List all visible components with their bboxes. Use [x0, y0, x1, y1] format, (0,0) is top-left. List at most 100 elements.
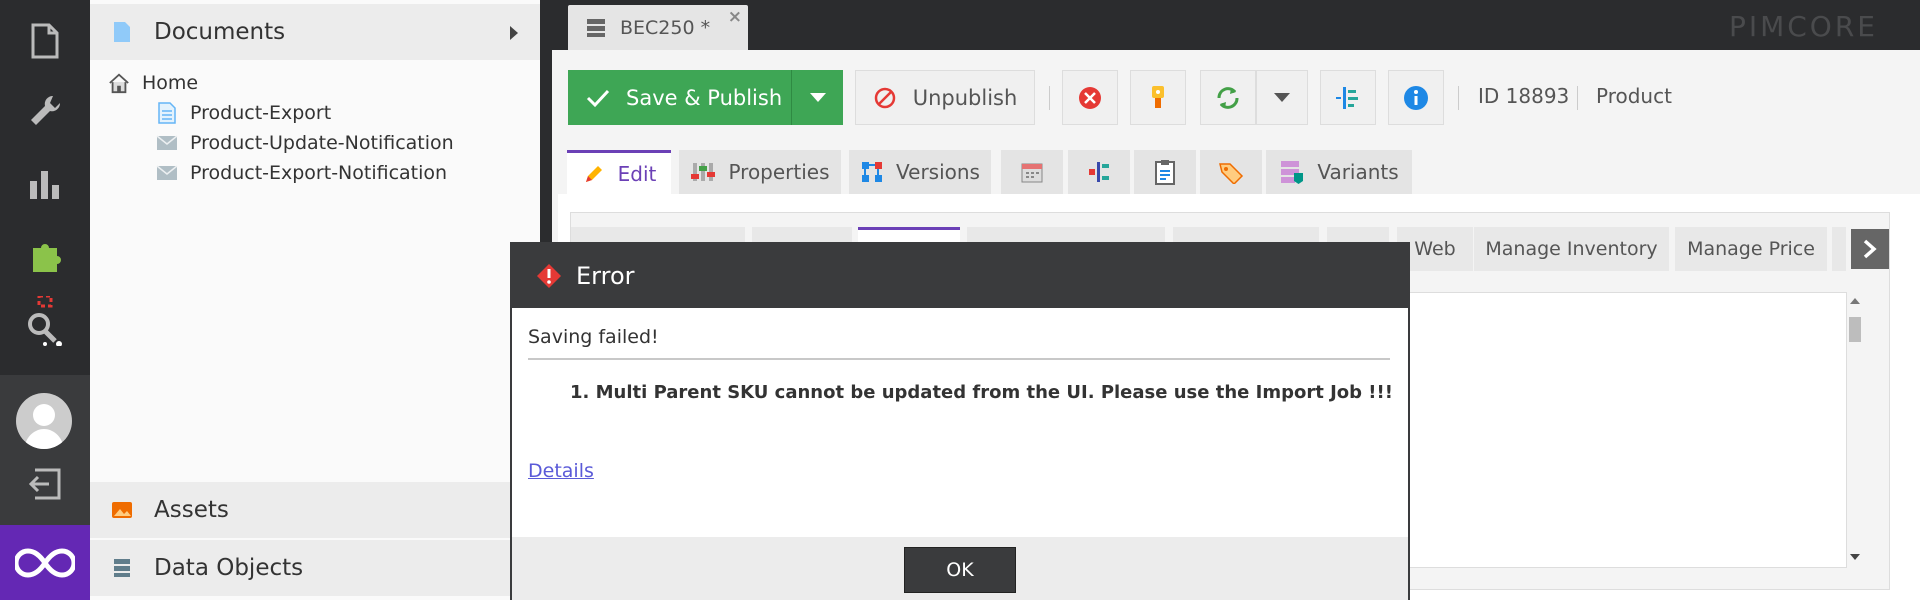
user-panel: [0, 375, 90, 525]
bar-chart-icon[interactable]: [22, 160, 68, 206]
error-message: Saving failed!: [528, 326, 659, 348]
search-icon[interactable]: [22, 296, 68, 346]
inner-tab-manage-inventory-label: Manage Inventory: [1485, 238, 1658, 260]
expand-arrow-icon[interactable]: [510, 26, 518, 40]
details-link[interactable]: Details: [528, 460, 594, 482]
error-dialog: Error Saving failed! 1. Multi Parent SKU…: [510, 242, 1410, 600]
inner-tab-manage-price-label: Manage Price: [1687, 238, 1815, 260]
versions-icon: [860, 160, 884, 184]
info-icon: [1404, 85, 1428, 110]
inner-tab-web-label: Web: [1414, 238, 1456, 260]
main-nav-rail: [0, 0, 90, 600]
scroll-down-icon[interactable]: [1849, 552, 1861, 562]
tab-variants-label: Variants: [1317, 160, 1399, 184]
save-publish-label: Save & Publish: [626, 85, 783, 110]
error-dialog-header[interactable]: Error: [512, 244, 1408, 308]
object-class: Product: [1596, 84, 1672, 108]
toolbar-separator: [1577, 86, 1578, 110]
error-detail: 1. Multi Parent SKU cannot be updated fr…: [570, 382, 1393, 403]
email-icon: [156, 132, 178, 154]
tab-versions-label: Versions: [896, 160, 980, 184]
object-id: ID 18893: [1478, 84, 1570, 108]
data-objects-panel-header[interactable]: Data Objects: [90, 540, 540, 596]
delete-button[interactable]: [1062, 70, 1118, 125]
pimcore-logo-icon[interactable]: [0, 525, 90, 600]
ok-button[interactable]: OK: [904, 547, 1016, 593]
checkmark-icon: [586, 89, 610, 107]
delete-icon: [1079, 86, 1101, 109]
vertical-scrollbar[interactable]: [1846, 292, 1862, 568]
documents-folder-icon: [110, 20, 134, 44]
tree-node-product-export-notification[interactable]: Product-Export-Notification: [156, 160, 447, 186]
tree-node-home[interactable]: Home: [108, 70, 198, 96]
inner-tab-more[interactable]: [1832, 227, 1846, 271]
save-publish-button[interactable]: Save & Publish: [568, 70, 791, 125]
divider: [528, 358, 1390, 360]
tree-locate-icon: [1336, 86, 1358, 109]
tab-scroll-right-button[interactable]: [1851, 229, 1889, 269]
tree-node-label: Product-Export-Notification: [190, 162, 448, 184]
clipboard-icon: [1154, 159, 1176, 185]
tab-tags[interactable]: [1200, 150, 1262, 194]
object-icon: [586, 18, 606, 38]
tree-node-product-export[interactable]: Product-Export: [156, 100, 331, 126]
toolbar-separator: [1458, 86, 1459, 110]
brand-logo: PIMCORE: [1728, 10, 1878, 43]
chevron-down-icon: [809, 93, 826, 102]
tab-edit-label: Edit: [617, 161, 657, 186]
dependencies-icon: [1087, 160, 1111, 184]
prohibited-icon: [874, 87, 895, 108]
tab-schedule[interactable]: [1001, 150, 1063, 194]
tree-node-product-update-notification[interactable]: Product-Update-Notification: [156, 130, 454, 156]
unpublish-label: Unpublish: [912, 85, 1018, 110]
scroll-up-icon[interactable]: [1849, 296, 1861, 306]
error-dialog-footer: OK: [512, 537, 1408, 600]
page-icon: [156, 102, 178, 124]
inner-tab-manage-inventory[interactable]: Manage Inventory: [1474, 227, 1669, 271]
data-objects-label: Data Objects: [154, 555, 304, 581]
tree-node-label: Product-Export: [190, 102, 332, 124]
scrollbar-thumb[interactable]: [1849, 317, 1861, 342]
reload-button[interactable]: [1200, 70, 1256, 125]
save-options-dropdown[interactable]: [791, 70, 843, 125]
reload-icon: [1217, 86, 1239, 109]
tag-icon: [1218, 160, 1244, 184]
tab-variants[interactable]: Variants: [1266, 150, 1412, 194]
tab-properties[interactable]: Properties: [679, 150, 841, 194]
user-avatar-icon[interactable]: [16, 393, 72, 449]
show-in-tree-button[interactable]: [1320, 70, 1376, 125]
editor-tab-bec250[interactable]: BEC250 * ×: [568, 5, 748, 51]
pencil-icon: [582, 162, 606, 186]
rename-tag-icon: [1152, 85, 1164, 108]
document-icon[interactable]: [22, 18, 68, 64]
documents-label: Documents: [154, 19, 286, 45]
tree-node-label: Product-Update-Notification: [190, 132, 454, 154]
puzzle-icon[interactable]: [22, 233, 68, 279]
variants-icon: [1279, 159, 1305, 185]
inner-tab-manage-price[interactable]: Manage Price: [1675, 227, 1827, 271]
rename-button[interactable]: [1130, 70, 1186, 125]
image-icon: [110, 498, 134, 522]
tab-properties-label: Properties: [728, 160, 830, 184]
tab-versions[interactable]: Versions: [849, 150, 991, 194]
tab-dependencies[interactable]: [1068, 150, 1130, 194]
tab-edit[interactable]: Edit: [567, 150, 671, 194]
chevron-right-icon: [1863, 239, 1877, 259]
database-icon: [110, 556, 134, 580]
assets-panel-header[interactable]: Assets: [90, 482, 540, 538]
error-icon: [536, 263, 562, 289]
info-button[interactable]: [1388, 70, 1444, 125]
close-icon[interactable]: ×: [728, 7, 742, 27]
assets-label: Assets: [154, 497, 229, 523]
documents-panel-header[interactable]: Documents: [90, 4, 540, 60]
toolbar-separator: [1049, 86, 1050, 110]
editor-tab-title: BEC250 *: [620, 17, 711, 39]
home-icon: [108, 72, 130, 94]
logout-icon[interactable]: [22, 461, 68, 507]
tab-notes[interactable]: [1134, 150, 1196, 194]
error-dialog-title: Error: [576, 262, 635, 290]
unpublish-button[interactable]: Unpublish: [855, 70, 1035, 125]
wrench-icon[interactable]: [22, 88, 68, 134]
calendar-icon: [1020, 160, 1044, 184]
reload-options-dropdown[interactable]: [1256, 70, 1308, 125]
